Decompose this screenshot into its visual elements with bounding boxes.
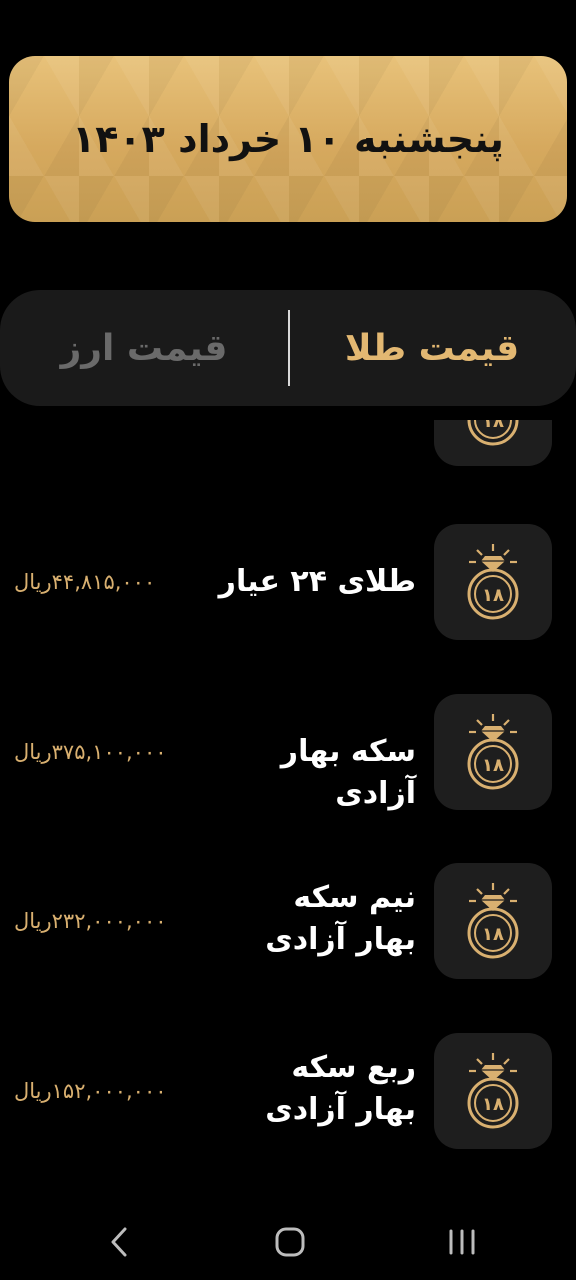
gold-ring-icon: ۱۸ bbox=[467, 714, 519, 790]
list-item[interactable]: ۱۸ bbox=[0, 420, 576, 470]
ring-label: ۱۸ bbox=[482, 420, 504, 432]
item-name: سکه بهار آزادی bbox=[280, 734, 416, 811]
item-name: نیم سکه بهار آزادی bbox=[265, 880, 416, 957]
list-item[interactable]: ۱۸ ربع سکه بهار آزادی ۱۵۲,۰۰۰,۰۰۰ریال bbox=[0, 1033, 576, 1149]
price-list[interactable]: ۱۸ ۱۸ طلای ۲۴ عیار ۴۴,۸۱۵,۰۰۰ریال ۱۸ سکه… bbox=[0, 420, 576, 1200]
gold-ring-icon: ۱۸ bbox=[467, 1053, 519, 1129]
item-name: طلای ۲۴ عیار bbox=[218, 564, 416, 599]
ring-label: ۱۸ bbox=[482, 585, 504, 606]
tab-divider bbox=[288, 310, 290, 386]
ring-label: ۱۸ bbox=[482, 755, 504, 776]
list-item[interactable]: ۱۸ نیم سکه بهار آزادی ۲۳۲,۰۰۰,۰۰۰ریال bbox=[0, 863, 576, 979]
list-item[interactable]: ۱۸ سکه بهار آزادی ۳۷۵,۱۰۰,۰۰۰ریال bbox=[0, 694, 576, 811]
item-icon-box: ۱۸ bbox=[434, 863, 552, 979]
gold-ring-icon: ۱۸ bbox=[467, 883, 519, 959]
item-icon-box: ۱۸ bbox=[434, 420, 552, 466]
list-item[interactable]: ۱۸ طلای ۲۴ عیار ۴۴,۸۱۵,۰۰۰ریال bbox=[0, 524, 576, 640]
recents-icon[interactable] bbox=[442, 1222, 482, 1262]
item-name: ربع سکه بهار آزادی bbox=[265, 1050, 416, 1127]
tab-gold-price[interactable]: قیمت طلا bbox=[288, 290, 576, 406]
date-text: پنجشنبه ۱۰ خرداد ۱۴۰۳ bbox=[72, 117, 504, 161]
item-price: ۳۷۵,۱۰۰,۰۰۰ریال bbox=[14, 740, 167, 764]
item-price: ۱۵۲,۰۰۰,۰۰۰ریال bbox=[14, 1079, 167, 1103]
ring-label: ۱۸ bbox=[482, 1094, 504, 1115]
gold-ring-icon: ۱۸ bbox=[467, 420, 519, 446]
home-icon[interactable] bbox=[270, 1222, 310, 1262]
tab-currency-price[interactable]: قیمت ارز bbox=[0, 290, 288, 406]
item-icon-box: ۱۸ bbox=[434, 1033, 552, 1149]
system-nav-bar bbox=[0, 1200, 576, 1280]
back-chevron-icon[interactable] bbox=[100, 1222, 140, 1262]
item-price: ۲۳۲,۰۰۰,۰۰۰ریال bbox=[14, 909, 167, 933]
gold-ring-icon: ۱۸ bbox=[467, 544, 519, 620]
item-icon-box: ۱۸ bbox=[434, 694, 552, 810]
item-price: ۴۴,۸۱۵,۰۰۰ریال bbox=[14, 570, 156, 594]
ring-label: ۱۸ bbox=[482, 924, 504, 945]
item-icon-box: ۱۸ bbox=[434, 524, 552, 640]
date-banner: پنجشنبه ۱۰ خرداد ۱۴۰۳ bbox=[9, 56, 567, 222]
